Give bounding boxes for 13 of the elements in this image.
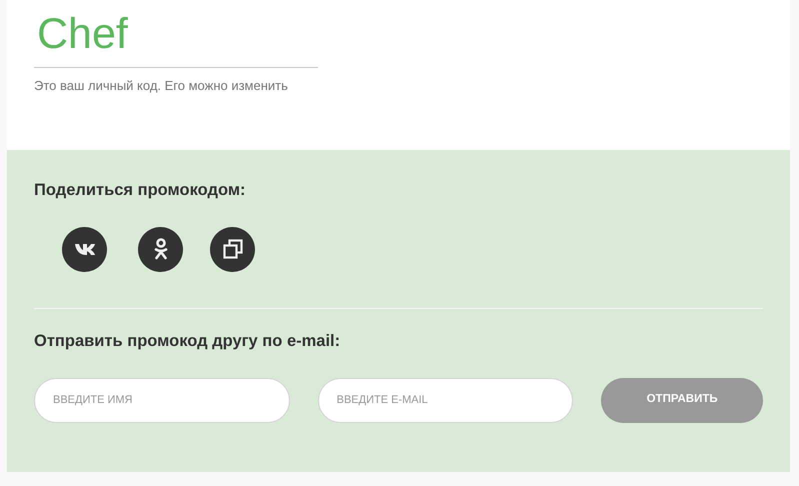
send-button[interactable]: ОТПРАВИТЬ xyxy=(601,378,763,422)
share-button[interactable] xyxy=(138,226,183,272)
ok-logo-icon xyxy=(154,238,168,260)
copy-icon xyxy=(222,239,242,260)
email-field[interactable]: ВВЕДИТЕ E-MAIL xyxy=(318,378,574,422)
share-button[interactable] xyxy=(62,226,107,272)
name-field[interactable]: ВВЕДИТЕ ИМЯ xyxy=(34,378,290,422)
share-heading: Поделиться промокодом: xyxy=(34,180,247,201)
share-button[interactable] xyxy=(210,226,255,272)
promo-caption: Это ваш личный код. Его можно изменить xyxy=(34,77,289,95)
email-heading: Отправить промокод другу по e-mail: xyxy=(34,330,342,352)
promo-code: Chef xyxy=(37,9,129,60)
vk-logo-icon xyxy=(74,242,96,256)
